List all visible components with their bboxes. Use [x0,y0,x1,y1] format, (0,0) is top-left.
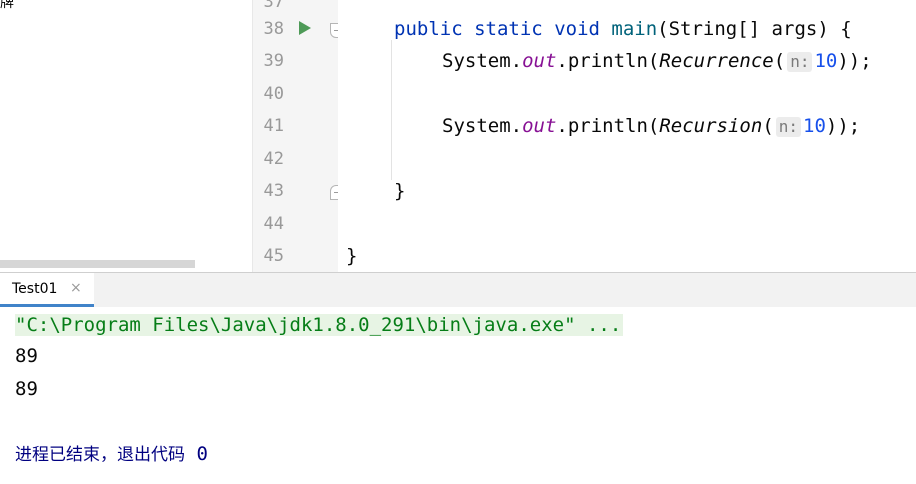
line-number: 43 [263,181,284,201]
code-text: ( [762,115,774,137]
parameter-hint: n: [775,117,802,137]
line-number: 42 [263,149,284,169]
run-main-icon[interactable] [299,21,311,35]
static-field: out [522,115,557,137]
line-number: 45 [263,246,284,266]
line-number: 37 [263,0,284,12]
run-toolwindow-header: Test01 × [0,272,916,308]
number-literal: 10 [803,115,826,137]
keyword: static [474,18,543,40]
run-tab[interactable]: Test01 × [0,273,94,307]
line-number: 41 [263,116,284,136]
code-text: System. [442,115,523,137]
number-literal: 10 [814,50,838,72]
keyword: public [394,18,463,40]
indent-guide [391,40,392,180]
run-console[interactable]: "C:\Program Files\Java\jdk1.8.0_291\bin\… [0,307,916,484]
exit-message-text: 进程已结束，退出代码 [15,445,185,465]
console-output-line: 89 [15,378,38,400]
code-text: .println( [556,50,660,72]
code-text: )); [837,50,872,72]
line-number: 38 [263,19,284,39]
run-tab-label: Test01 [12,281,58,297]
close-tab-icon[interactable]: × [70,280,82,296]
code-editor[interactable]: public static void main(String[] args) {… [338,0,916,272]
method-call: Recurrence [659,50,774,72]
parameter-hint: n: [787,52,813,72]
code-text: )); [825,115,861,137]
code-text: System. [442,50,523,72]
code-line-39[interactable]: System.out.println(Recurrence(n: 10)); [442,50,872,72]
code-line-43[interactable]: } [394,180,405,202]
line-number: 44 [263,214,284,234]
code-text: .println( [556,115,660,137]
line-number: 40 [263,84,284,104]
console-command-line[interactable]: "C:\Program Files\Java\jdk1.8.0_291\bin\… [15,313,624,337]
command-text: "C:\Program Files\Java\jdk1.8.0_291\bin\… [15,314,624,336]
project-pane: 牌 [0,0,252,272]
keyword: void [554,18,600,40]
line-number: 39 [263,51,284,71]
method-call: Recursion [659,115,763,137]
code-line-41[interactable]: System.out.println(Recursion(n: 10)); [442,115,860,137]
code-text: ( [773,50,786,72]
project-tree-label-fragment: 牌 [0,0,14,11]
process-exit-message: 进程已结束，退出代码 0 [15,442,208,467]
static-field: out [522,50,557,72]
horizontal-scrollbar[interactable] [0,260,195,268]
code-text: (String[] args) { [657,18,852,40]
exit-code: 0 [196,443,208,465]
code-line-45[interactable]: } [346,245,357,267]
method-name: main [611,18,658,40]
code-line-38[interactable]: public static void main(String[] args) { [394,18,852,40]
console-output-line: 89 [15,345,38,367]
